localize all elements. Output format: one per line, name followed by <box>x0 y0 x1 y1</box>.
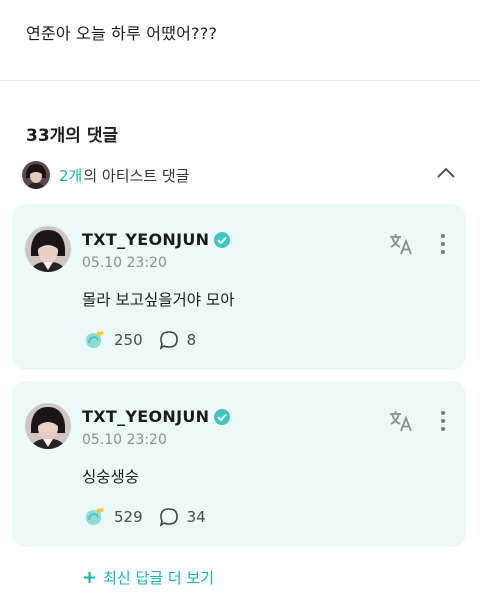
comment-stats: 250 8 <box>82 328 196 352</box>
verified-badge-icon <box>213 408 231 426</box>
reply-count: 8 <box>186 331 197 349</box>
author-name-label: TXT_YEONJUN <box>82 230 210 249</box>
artist-comments-toggle[interactable]: 2개 의 아티스트 댓글 <box>22 160 462 190</box>
avatar[interactable] <box>25 226 71 272</box>
cheer-icon[interactable] <box>82 328 106 352</box>
cheer-icon[interactable] <box>82 505 106 529</box>
comment-card: TXT_YEONJUN 05.10 23:20 싱숭생숭 529 34 <box>12 381 466 547</box>
comment-timestamp: 05.10 23:20 <box>82 255 167 271</box>
avatar[interactable] <box>25 403 71 449</box>
comment-timestamp: 05.10 23:20 <box>82 432 167 448</box>
more-options-icon[interactable] <box>437 409 449 433</box>
reply-icon[interactable] <box>159 507 179 527</box>
plus-icon: + <box>82 566 98 588</box>
reply-count: 34 <box>186 508 206 526</box>
translate-icon[interactable] <box>388 409 414 433</box>
translate-icon[interactable] <box>388 232 414 256</box>
chevron-up-icon[interactable] <box>436 165 456 184</box>
reply-icon[interactable] <box>159 330 179 350</box>
author-name[interactable]: TXT_YEONJUN <box>82 407 231 426</box>
comment-card: TXT_YEONJUN 05.10 23:20 몰라 보고싶을거야 모아 250… <box>12 204 466 370</box>
post-text: 연준아 오늘 하루 어땠어??? <box>26 24 218 43</box>
author-name-label: TXT_YEONJUN <box>82 407 210 426</box>
more-options-icon[interactable] <box>437 232 449 256</box>
artist-mini-avatar <box>22 161 50 189</box>
comment-text: 싱숭생숭 <box>82 468 140 486</box>
more-replies-link[interactable]: + 최신 답글 더 보기 <box>82 567 214 588</box>
author-name[interactable]: TXT_YEONJUN <box>82 230 231 249</box>
comments-title: 33개의 댓글 <box>26 126 119 146</box>
comment-stats: 529 34 <box>82 505 206 529</box>
artist-comment-count: 2개 <box>59 166 83 185</box>
cheer-count: 250 <box>114 331 143 349</box>
verified-badge-icon <box>213 231 231 249</box>
cheer-count: 529 <box>114 508 143 526</box>
artist-comment-label: 의 아티스트 댓글 <box>83 166 190 185</box>
comment-text: 몰라 보고싶을거야 모아 <box>82 291 235 309</box>
divider <box>0 80 480 81</box>
more-replies-label: 최신 답글 더 보기 <box>103 569 214 587</box>
